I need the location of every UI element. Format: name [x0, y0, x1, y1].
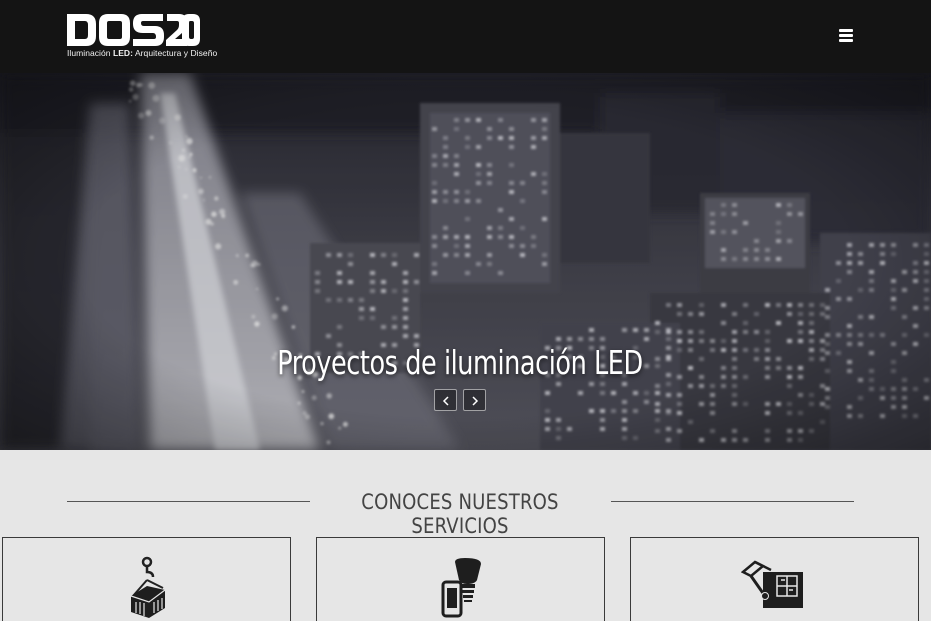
- logo-tagline: Iluminación LED: Arquitectura y Diseño: [67, 48, 218, 58]
- chevron-right-icon: [472, 396, 479, 406]
- site-header: Iluminación LED: Arquitectura y Diseño: [0, 0, 931, 73]
- chevron-left-icon: [442, 396, 449, 406]
- slider-prev-button[interactable]: [434, 389, 457, 411]
- logo-wordmark: [67, 14, 200, 46]
- service-card-2[interactable]: [316, 537, 605, 621]
- services-heading: CONOCES NUESTROS SERVICIOS: [361, 490, 559, 538]
- service-card-3[interactable]: [630, 537, 919, 621]
- heading-rule-left: [67, 501, 310, 502]
- slider-next-button[interactable]: [463, 389, 486, 411]
- service-card-1[interactable]: [2, 537, 291, 621]
- hero-slider: Proyectos de iluminación LED: [0, 73, 931, 450]
- hamburger-menu-icon[interactable]: [832, 22, 860, 48]
- heading-rule-right: [611, 501, 854, 502]
- led-bulb-phone-icon: [441, 558, 481, 618]
- hanging-container-icon: [130, 556, 166, 618]
- services-section: CONOCES NUESTROS SERVICIOS: [0, 450, 931, 621]
- blueprint-drafting-icon: [741, 560, 803, 608]
- logo[interactable]: Iluminación LED: Arquitectura y Diseño: [66, 13, 217, 61]
- hero-title: Proyectos de iluminación LED: [277, 343, 643, 382]
